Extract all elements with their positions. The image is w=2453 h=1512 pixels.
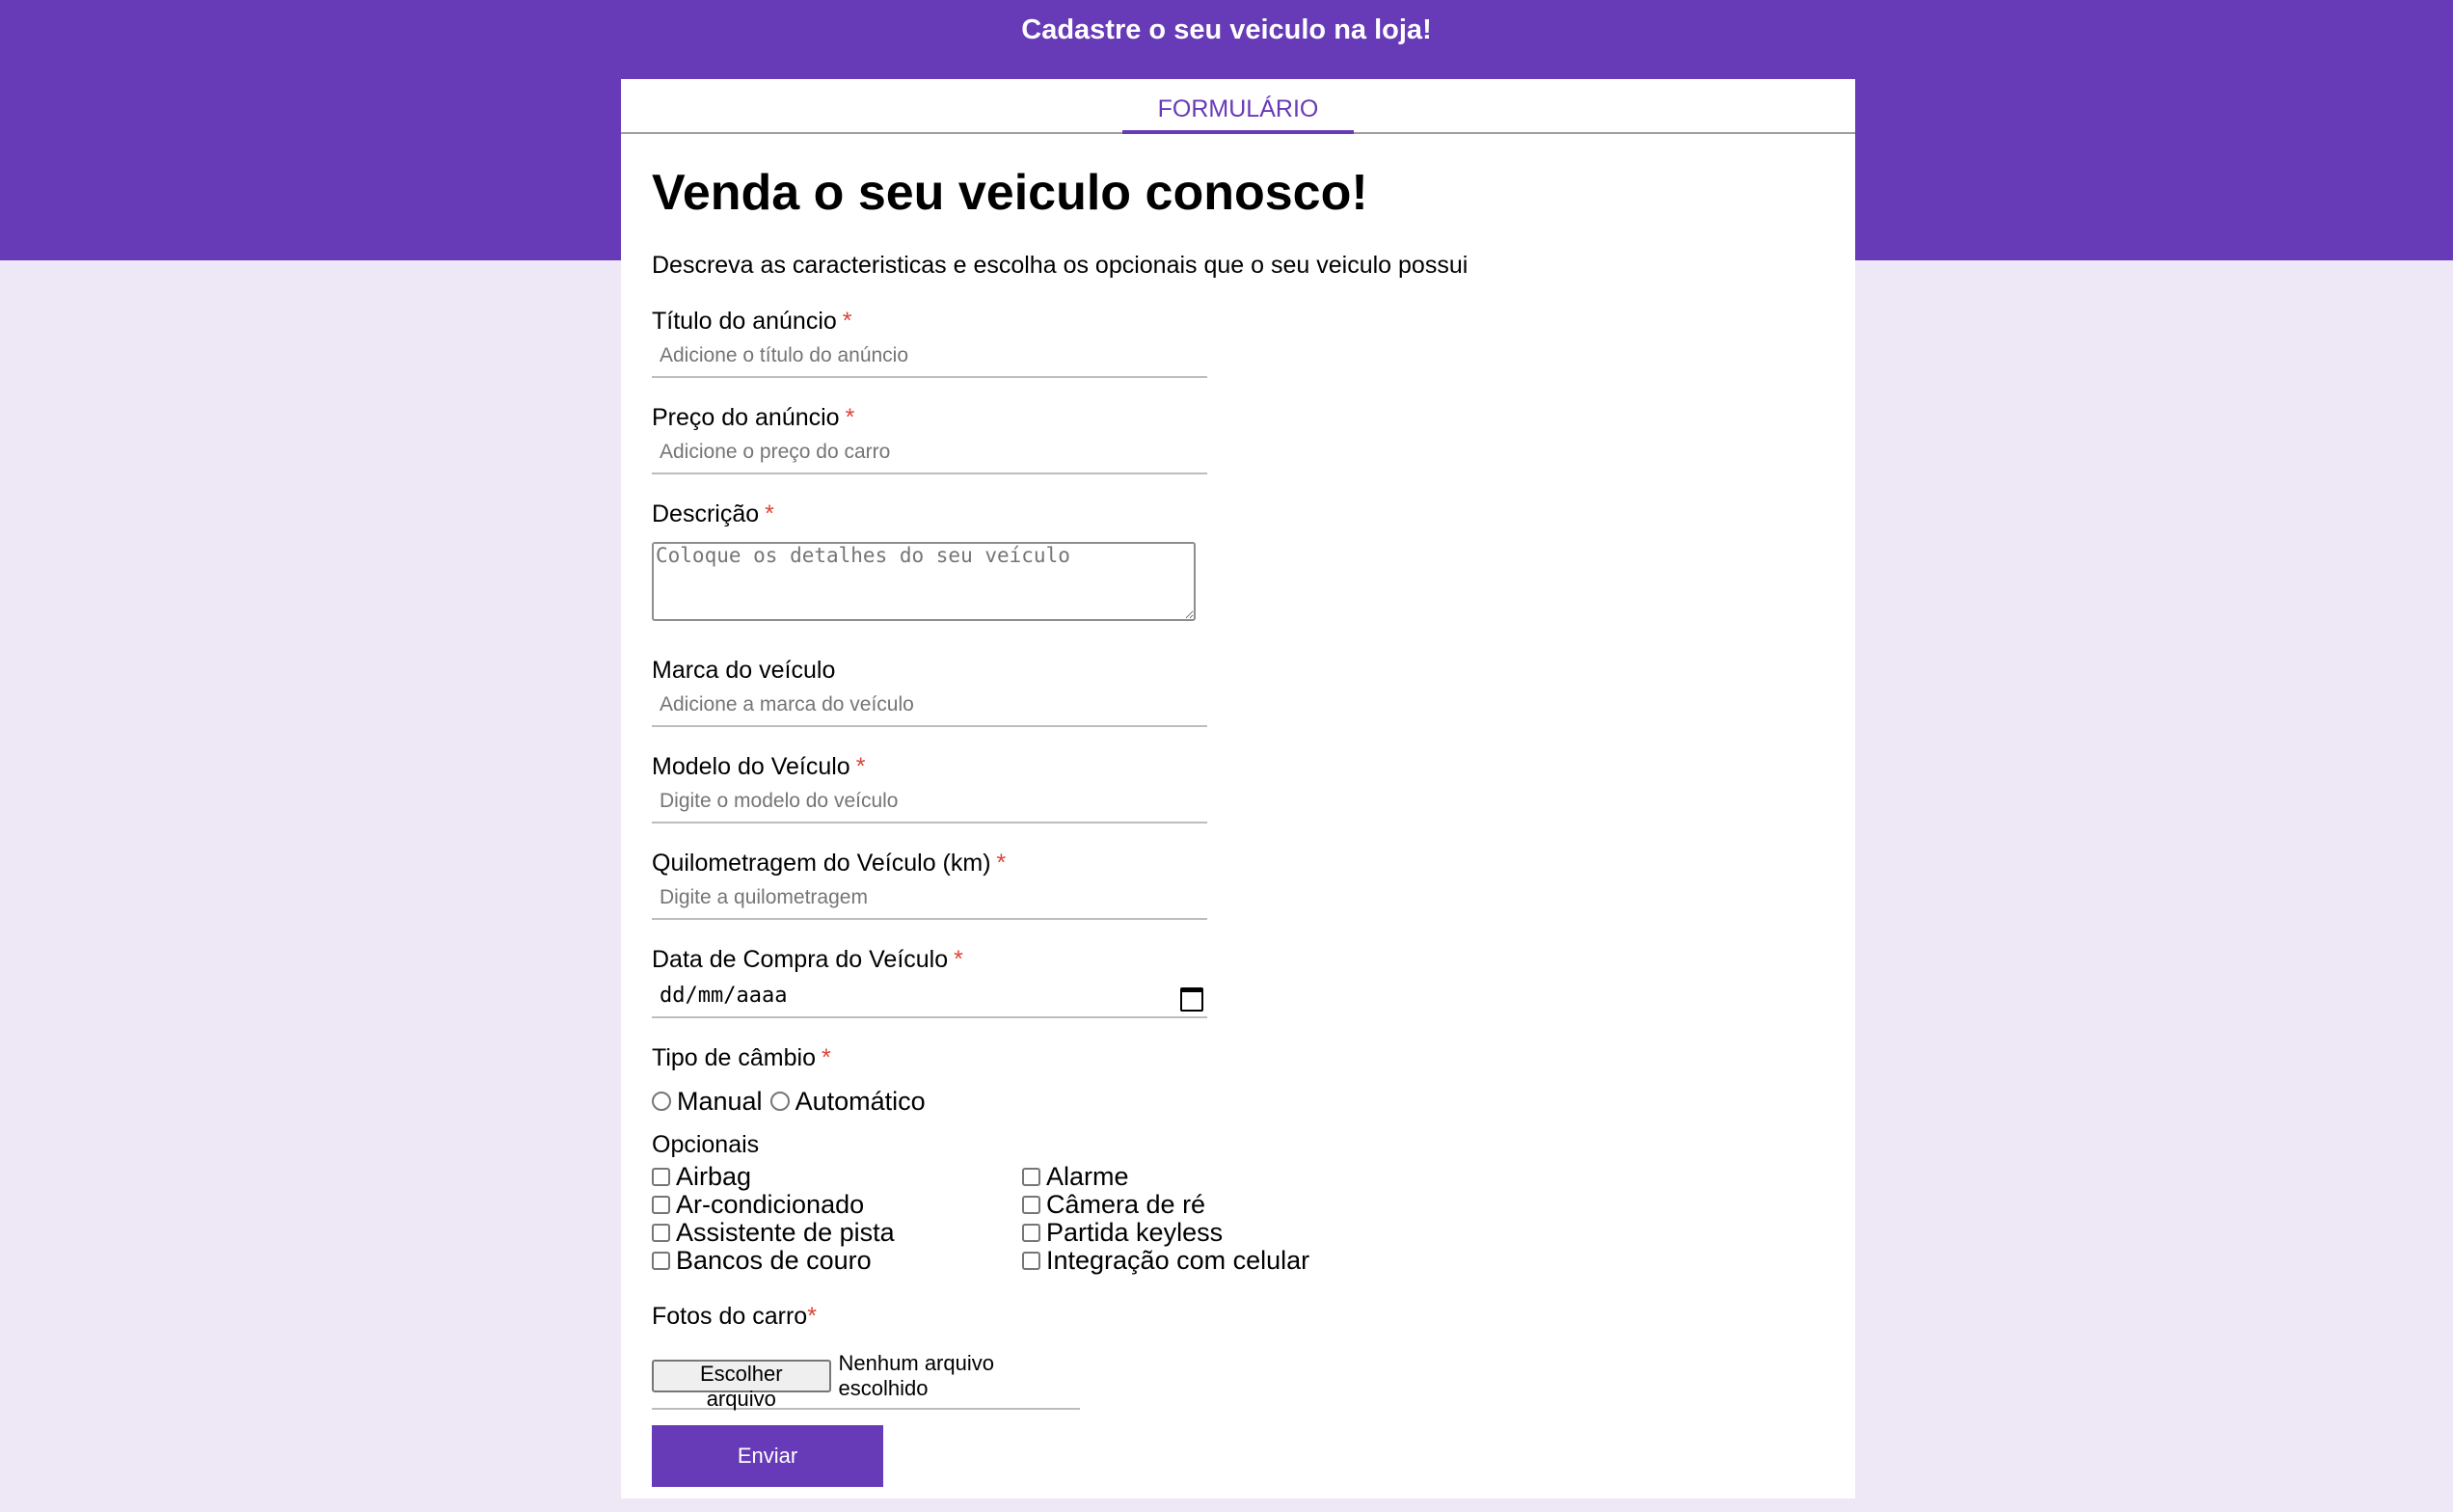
field-modelo: Modelo do Veículo * (652, 752, 1828, 849)
site-title: Cadastre o seu veiculo na loja! (1021, 14, 1432, 45)
descricao-textarea[interactable] (652, 542, 1196, 621)
required-mark: * (996, 850, 1007, 877)
preco-label: Preço do anúncio * (652, 404, 855, 431)
required-mark: * (954, 946, 963, 973)
preco-input[interactable] (652, 432, 1207, 474)
checkbox[interactable] (1022, 1224, 1040, 1242)
opcionais-label: Opcionais (652, 1131, 760, 1158)
data-compra-input[interactable]: dd/mm/aaaa (652, 974, 1207, 1018)
radio-manual[interactable]: Manual (652, 1087, 763, 1117)
titulo-input[interactable] (652, 336, 1207, 378)
marca-label: Marca do veículo (652, 657, 836, 684)
checkbox[interactable] (652, 1168, 670, 1186)
quilometragem-label: Quilometragem do Veículo (km) * (652, 850, 1007, 877)
modelo-label: Modelo do Veículo * (652, 753, 866, 780)
marca-input[interactable] (652, 685, 1207, 727)
radio-button[interactable] (652, 1092, 671, 1111)
file-status: Nenhum arquivo escolhido (838, 1351, 994, 1400)
descricao-label: Descrição * (652, 500, 774, 527)
form-subtitle: Descreva as caracteristicas e escolha os… (652, 252, 1469, 279)
field-preco: Preço do anúncio * (652, 403, 1828, 500)
checkbox-bancos-de-couro[interactable]: Bancos de couro (652, 1246, 1022, 1275)
date-placeholder: dd/mm/aaaa (660, 983, 788, 1008)
field-marca: Marca do veículo (652, 656, 1828, 752)
field-quilometragem: Quilometragem do Veículo (km) * (652, 849, 1828, 945)
required-mark: * (855, 753, 866, 780)
tab-formulario[interactable]: FORMULÁRIO (1122, 79, 1354, 134)
checkbox-airbag[interactable]: Airbag (652, 1162, 1022, 1191)
checkbox[interactable] (1022, 1168, 1040, 1186)
field-descricao: Descrição * (652, 500, 1828, 656)
form-heading: Venda o seu veiculo conosco! (652, 165, 1368, 221)
checkbox[interactable] (652, 1252, 670, 1270)
checkbox-alarme[interactable]: Alarme (1022, 1162, 1392, 1191)
checkbox[interactable] (1022, 1196, 1040, 1214)
checkbox[interactable] (652, 1196, 670, 1214)
data-compra-label: Data de Compra do Veículo * (652, 946, 963, 973)
checkbox-ar-condicionado[interactable]: Ar-condicionado (652, 1190, 1022, 1219)
tab-bar: FORMULÁRIO (621, 79, 1855, 134)
checkbox-integracao-celular[interactable]: Integração com celular (1022, 1246, 1392, 1275)
cambio-options: Manual Automático (652, 1080, 1828, 1122)
field-opcionais: Opcionais Airbag Alarme Ar-condicionado … (652, 1130, 1828, 1275)
radio-button[interactable] (769, 1092, 790, 1111)
file-picker: Escolher arquivo Nenhum arquivo escolhid… (652, 1351, 1080, 1411)
submit-button[interactable]: Enviar (652, 1425, 883, 1487)
required-mark: * (842, 308, 852, 335)
field-titulo: Título do anúncio * (652, 307, 1828, 403)
checkbox-assistente-de-pista[interactable]: Assistente de pista (652, 1218, 1022, 1247)
required-mark: * (807, 1303, 817, 1330)
quilometragem-input[interactable] (652, 878, 1207, 920)
field-cambio: Tipo de câmbio * Manual Automático (652, 1043, 1828, 1122)
checkbox-camera-de-re[interactable]: Câmera de ré (1022, 1190, 1392, 1219)
required-mark: * (765, 500, 774, 527)
field-fotos: Fotos do carro* Escolher arquivo Nenhum … (652, 1302, 1828, 1411)
required-mark: * (822, 1044, 831, 1071)
choose-file-button[interactable]: Escolher arquivo (652, 1360, 831, 1411)
radio-automatico[interactable]: Automático (769, 1087, 926, 1117)
checkbox[interactable] (1022, 1252, 1040, 1270)
checkbox[interactable] (652, 1224, 670, 1242)
modelo-input[interactable] (652, 781, 1207, 824)
field-data-compra: Data de Compra do Veículo * dd/mm/aaaa (652, 945, 1828, 1043)
fotos-label: Fotos do carro* (652, 1303, 817, 1330)
calendar-icon[interactable] (1180, 986, 1203, 1012)
form-content: Venda o seu veiculo conosco! Descreva as… (652, 164, 1828, 1487)
titulo-label: Título do anúncio * (652, 308, 852, 335)
opcionais-grid: Airbag Alarme Ar-condicionado Câmera de … (652, 1162, 1828, 1275)
cambio-label: Tipo de câmbio * (652, 1044, 831, 1071)
form-card: FORMULÁRIO Venda o seu veiculo conosco! … (621, 79, 1855, 1498)
required-mark: * (845, 404, 855, 431)
checkbox-partida-keyless[interactable]: Partida keyless (1022, 1218, 1392, 1247)
